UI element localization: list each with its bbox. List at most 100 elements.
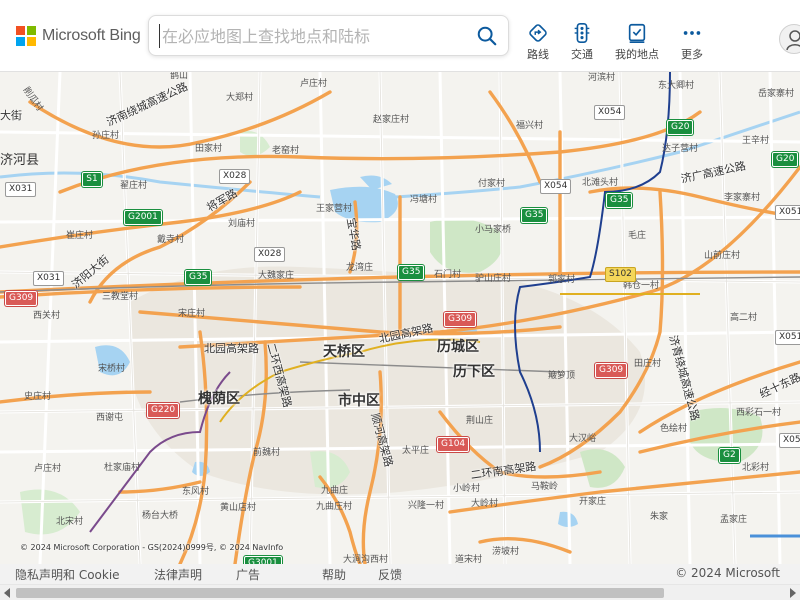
place-label: 毛庄 <box>628 231 647 241</box>
place-label: 福兴村 <box>516 121 544 131</box>
place-label: 付家村 <box>478 179 506 189</box>
route-shield: X054 <box>540 179 572 194</box>
route-shield: G3001 <box>244 556 282 564</box>
place-label: 卢庄村 <box>300 79 328 89</box>
county-label: 济河县 <box>0 153 40 168</box>
place-label: 北宋村 <box>56 517 84 527</box>
place-label: 王家营村 <box>316 204 353 214</box>
place-label: 大魏家庄 <box>258 271 295 281</box>
place-label: 马鞍岭 <box>531 482 559 492</box>
legal-link[interactable]: 法律声明 <box>154 566 202 583</box>
place-label: 西关村 <box>33 311 61 321</box>
place-label: 簸箩顶 <box>548 371 576 381</box>
scroll-right-icon[interactable] <box>790 588 796 598</box>
district-label: 历城区 <box>437 339 479 355</box>
place-label: 道宋村 <box>455 555 483 565</box>
district-label: 槐荫区 <box>198 391 240 407</box>
place-label: 刘庙村 <box>228 219 256 229</box>
route-shield: X051 <box>775 330 800 345</box>
place-label: 东风村 <box>182 487 210 497</box>
route-shield: G309 <box>5 291 38 306</box>
footer-copyright: © 2024 Microsoft <box>675 566 780 580</box>
route-shield: G35 <box>606 193 633 208</box>
place-label: 九曲庄 <box>321 486 349 496</box>
place-label: 西彩石一村 <box>736 408 782 418</box>
privacy-link[interactable]: 隐私声明和 Cookie <box>15 566 120 583</box>
place-label: 三教堂村 <box>102 292 139 302</box>
top-bar: Microsoft Bing 路线 交通 我的地点 <box>0 0 800 72</box>
place-label: 田庄村 <box>634 359 662 369</box>
place-label: 前魏村 <box>253 448 281 458</box>
place-label: 韩仓一村 <box>623 281 660 291</box>
place-label: 卢庄村 <box>34 464 62 474</box>
microsoft-logo-icon <box>16 26 36 46</box>
route-shield: X05 <box>779 433 800 448</box>
help-link[interactable]: 帮助 <box>322 566 346 583</box>
place-label: 王辛村 <box>742 136 770 146</box>
route-shield: G20 <box>772 152 799 167</box>
ads-link[interactable]: 广告 <box>236 566 260 583</box>
place-label: 石门村 <box>434 270 462 280</box>
place-label: 黄山店村 <box>220 503 257 513</box>
route-shield: G104 <box>437 437 470 452</box>
place-label: 鹊山 <box>170 72 189 81</box>
route-shield: G220 <box>147 403 180 418</box>
place-label: 崔庄村 <box>66 231 94 241</box>
place-label: 田家村 <box>195 144 223 154</box>
search-input[interactable] <box>159 24 459 48</box>
place-label: 孟家庄 <box>720 515 748 525</box>
bing-logo[interactable]: Microsoft Bing <box>16 26 141 46</box>
place-label: 杨台大桥 <box>142 511 179 521</box>
more-button[interactable]: 更多 <box>681 22 703 62</box>
scroll-left-icon[interactable] <box>4 588 10 598</box>
place-label: 山前庄村 <box>704 251 741 261</box>
route-shield: S1 <box>82 172 102 187</box>
horizontal-scrollbar[interactable] <box>0 584 800 600</box>
more-icon <box>683 31 701 35</box>
map-canvas[interactable]: 天桥区 历城区 历下区 市中区 槐荫区 济河县 济南绕城高速公路 济广高速公路 … <box>0 72 800 564</box>
route-shield: G20 <box>667 120 694 135</box>
road-label: 大街 <box>0 109 22 122</box>
route-shield: X031 <box>33 271 65 286</box>
place-label: 戴寺村 <box>157 235 185 245</box>
search-icon[interactable] <box>476 25 498 47</box>
route-shield: X054 <box>594 105 626 120</box>
place-label: 兴隆一村 <box>408 501 445 511</box>
place-label: 岳家寨村 <box>758 89 795 99</box>
place-label: 色绘村 <box>660 424 688 434</box>
user-avatar[interactable] <box>779 24 800 54</box>
my-places-button[interactable]: 我的地点 <box>615 22 659 62</box>
place-label: 宋桥村 <box>98 364 126 374</box>
place-label: 朱家 <box>650 512 669 522</box>
logo-text: Microsoft Bing <box>42 27 141 44</box>
place-label: 郭家村 <box>548 275 576 285</box>
route-shield: G35 <box>185 270 212 285</box>
place-label: 北滩头村 <box>582 178 619 188</box>
route-shield: X051 <box>775 205 800 220</box>
traffic-button[interactable]: 交通 <box>571 22 593 62</box>
place-label: 开家庄 <box>579 497 607 507</box>
directions-button[interactable]: 路线 <box>527 22 549 62</box>
map-copyright: © 2024 Microsoft Corporation - GS(2024)0… <box>20 543 284 552</box>
place-label: 东大卿村 <box>658 81 695 91</box>
route-shield: G309 <box>595 363 628 378</box>
place-label: 荆山庄 <box>466 416 494 426</box>
place-label: 宋庄村 <box>178 309 206 319</box>
place-label: 达子营村 <box>662 144 699 154</box>
my-places-icon <box>628 23 646 43</box>
place-label: 西谢屯 <box>96 413 124 423</box>
place-label: 翟庄村 <box>120 181 148 191</box>
feedback-link[interactable]: 反馈 <box>378 566 402 583</box>
directions-icon <box>529 24 547 42</box>
scrollbar-thumb[interactable] <box>16 588 664 598</box>
directions-label: 路线 <box>527 48 549 61</box>
route-shield: X028 <box>219 169 251 184</box>
user-icon <box>786 30 800 51</box>
search-box[interactable] <box>148 15 509 56</box>
traffic-label: 交通 <box>571 48 593 61</box>
footer-bar: 隐私声明和 Cookie 法律声明 广告 帮助 反馈 © 2024 Micros… <box>0 564 800 584</box>
route-shield: G35 <box>521 208 548 223</box>
place-label: 涝坡村 <box>492 547 520 557</box>
road-label: 北园高架路 <box>204 342 259 355</box>
route-shield: X028 <box>254 247 286 262</box>
